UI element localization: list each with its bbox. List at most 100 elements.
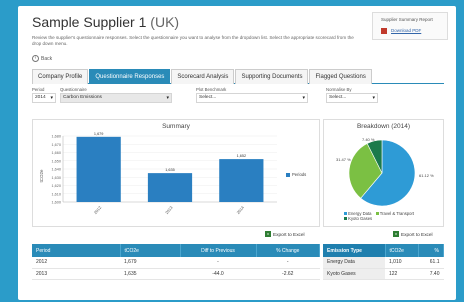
table-cell: 2012: [32, 257, 120, 269]
breakdown-table: Emission Type tCO2e % Energy Data 1,010 …: [323, 244, 445, 280]
questionnaire-value: Carbon Emissions: [63, 95, 102, 100]
legend-label: Kyoto Gases: [348, 216, 373, 221]
supplier-name: Sample Supplier 1: [32, 14, 147, 30]
period-label: Period: [32, 87, 45, 92]
table-row[interactable]: Energy Data 1,010 61.1: [323, 257, 444, 269]
legend-swatch: [344, 217, 347, 220]
back-arrow-icon: ‹: [32, 55, 39, 62]
bar-value-label: 1,635: [165, 168, 175, 172]
table-cell: 1,679: [120, 257, 180, 269]
bar: [76, 136, 121, 202]
dropdown-arrow-icon: ▾: [372, 95, 375, 101]
table-row[interactable]: Kyoto Gases 122 7.40: [323, 268, 444, 280]
y-tick-label: 1,670: [51, 143, 61, 147]
pie-slice-label: 61.12 %: [419, 173, 434, 178]
column-header: Emission Type: [323, 244, 386, 257]
benchmark-value: Select...: [199, 95, 217, 100]
y-tick-label: 1,600: [51, 201, 61, 205]
y-tick-label: 1,650: [51, 159, 61, 163]
normalise-select[interactable]: Select... ▾: [326, 93, 378, 103]
back-link[interactable]: ‹ Back: [32, 55, 52, 62]
back-label: Back: [41, 55, 53, 62]
pie-slice-label: 7.40 %: [362, 137, 375, 142]
table-cell: Energy Data: [323, 257, 385, 269]
export-label: Export to Excel: [273, 231, 305, 237]
legend-label: Travel & Transport: [379, 211, 415, 216]
breakdown-legend: Energy Data Travel & Transport Kyoto Gas…: [344, 211, 444, 221]
table-cell: -44.0: [180, 268, 256, 280]
download-pdf-link[interactable]: Download PDF: [391, 28, 421, 33]
questionnaire-select[interactable]: Carbon Emissions ▾: [60, 93, 172, 103]
summary-report-box: Supplier Summary Report Download PDF: [372, 12, 448, 40]
table-row[interactable]: 2012 1,679 - -: [32, 257, 320, 269]
questionnaire-filter: Questionnaire Carbon Emissions ▾: [60, 87, 172, 103]
bar: [147, 173, 193, 202]
benchmark-filter: Plot Benchmark Select... ▾: [196, 87, 308, 103]
breakdown-chart-panel: Breakdown (2014) 61.12 % 31.47 % 7.40 % En…: [323, 119, 444, 227]
summary-report-title: Supplier Summary Report: [381, 17, 433, 22]
normalise-filter: Normalise By Select... ▾: [326, 87, 378, 103]
column-header: %: [418, 244, 445, 257]
export-summary-button[interactable]: x Export to Excel: [265, 231, 305, 237]
tab-company-profile[interactable]: Company Profile: [32, 69, 89, 84]
y-tick-label: 1,630: [51, 176, 61, 180]
x-tick-label: 2013: [164, 204, 174, 215]
tab-bar: Company Profile Questionnaire Responses …: [32, 69, 444, 84]
table-cell: -2.62: [256, 268, 320, 280]
supplier-page: Sample Supplier 1 (UK) Review the suppli…: [18, 6, 456, 300]
legend-label: Periods: [292, 172, 307, 177]
period-filter: Period 2014 ▾: [32, 87, 56, 103]
page-description: Review the supplier's questionnaire resp…: [32, 35, 354, 46]
dropdown-arrow-icon: ▾: [166, 95, 169, 101]
table-header-row: Emission Type tCO2e %: [323, 244, 445, 257]
table-cell: 61.1: [418, 257, 444, 269]
column-header: tCO2e: [120, 244, 181, 257]
page-title: Sample Supplier 1 (UK): [32, 14, 179, 30]
supplier-region: (UK): [150, 14, 180, 30]
table-cell: -: [180, 257, 256, 269]
normalise-label: Normalise By: [326, 87, 352, 92]
y-tick-label: 1,620: [51, 184, 61, 188]
period-value: 2014: [35, 95, 46, 100]
table-cell: 1,635: [120, 268, 180, 280]
tab-flagged-questions[interactable]: Flagged Questions: [309, 69, 372, 84]
legend-swatch: [286, 172, 290, 177]
export-label: Export to Excel: [401, 231, 433, 237]
column-header: tCO2e: [385, 244, 419, 257]
excel-icon: x: [265, 231, 271, 237]
x-tick-label: 2014: [235, 204, 245, 215]
y-axis-label: tCO2e: [39, 169, 44, 183]
summary-legend: Periods: [286, 172, 306, 177]
dropdown-arrow-icon: ▾: [302, 95, 305, 101]
legend-swatch: [344, 212, 347, 215]
filter-bar: Period 2014 ▾ Questionnaire Carbon Emissi…: [32, 87, 444, 111]
tab-scorecard-analysis[interactable]: Scorecard Analysis: [171, 69, 235, 84]
summary-chart-panel: Summary tCO2e 1,680 1,670 1,660 1,650 1,640 1…: [32, 119, 320, 227]
period-select[interactable]: 2014 ▾: [32, 93, 56, 103]
bar-value-label: 1,652: [237, 154, 247, 158]
y-tick-label: 1,610: [51, 192, 61, 196]
dropdown-arrow-icon: ▾: [50, 95, 53, 101]
y-tick-label: 1,680: [51, 135, 61, 139]
table-row[interactable]: 2013 1,635 -44.0 -2.62: [32, 268, 320, 280]
y-tick-label: 1,660: [51, 151, 61, 155]
table-cell: 2013: [32, 268, 120, 280]
table-cell: 122: [385, 268, 419, 280]
benchmark-label: Plot Benchmark: [196, 87, 227, 92]
table-cell: 1,010: [385, 257, 419, 269]
column-header: Period: [32, 244, 121, 257]
tab-supporting-documents[interactable]: Supporting Documents: [235, 69, 309, 84]
pie-slice-label: 31.47 %: [336, 157, 351, 162]
export-breakdown-button[interactable]: x Export to Excel: [393, 231, 433, 237]
y-tick-label: 1,640: [51, 168, 61, 172]
x-tick-label: 2012: [93, 204, 103, 215]
summary-table: Period tCO2e Diff to Previous % Change 2…: [32, 244, 320, 280]
benchmark-select[interactable]: Select... ▾: [196, 93, 308, 103]
table-cell: -: [256, 257, 320, 269]
table-cell: Kyoto Gases: [323, 268, 385, 280]
tab-questionnaire-responses[interactable]: Questionnaire Responses: [89, 69, 171, 84]
table-header-row: Period tCO2e Diff to Previous % Change: [32, 244, 320, 257]
legend-swatch: [375, 212, 379, 215]
bar: [219, 159, 264, 202]
summary-bar-chart: tCO2e 1,680 1,670 1,660 1,650 1,640 1,630 1,62…: [39, 132, 277, 215]
